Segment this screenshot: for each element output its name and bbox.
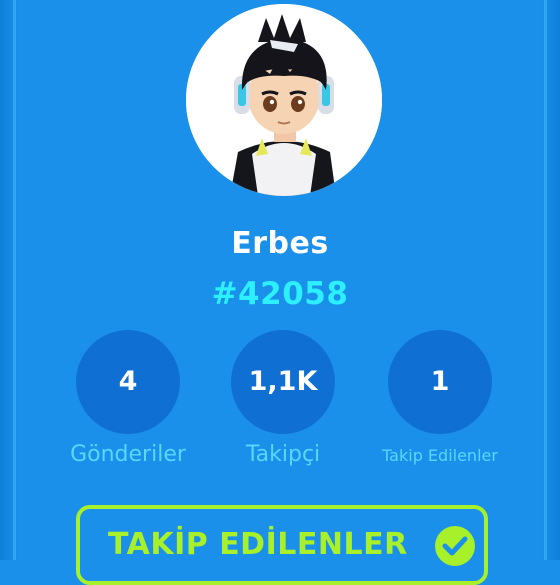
stat-followers-count: 1,1K	[231, 330, 335, 434]
stat-followers[interactable]: 1,1K Takipçi	[205, 330, 361, 467]
stat-posts-label: Gönderiler	[70, 442, 186, 467]
stat-following-count: 1	[388, 330, 492, 434]
avatar-character-icon	[186, 4, 382, 196]
stat-followers-label: Takipçi	[245, 442, 321, 467]
check-circle-icon	[435, 526, 475, 566]
stat-following-label: Takip Edilenler	[382, 446, 498, 465]
following-button[interactable]: TAKİP EDİLENLER	[76, 505, 488, 585]
stat-following[interactable]: 1 Takip Edilenler	[362, 330, 518, 465]
username: Erbes	[231, 226, 329, 261]
following-button-label: TAKİP EDİLENLER	[108, 527, 408, 562]
stat-posts[interactable]: 4 Gönderiler	[50, 330, 206, 467]
user-id: #42058	[211, 276, 349, 312]
stat-posts-count: 4	[76, 330, 180, 434]
avatar[interactable]	[186, 4, 382, 196]
